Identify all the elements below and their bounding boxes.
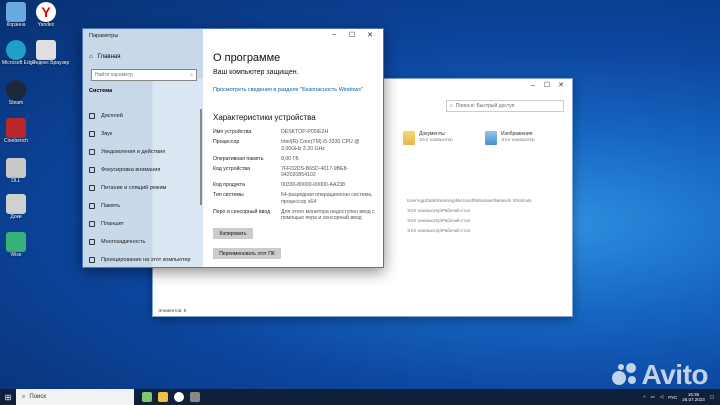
file-icon [6, 158, 26, 178]
settings-search-input[interactable]: Найти параметр ⌕ [91, 69, 197, 81]
window-title: Параметры [89, 33, 119, 39]
settings-nav: Дисплей Звук Уведомления и действия Фоку… [89, 107, 203, 269]
cinebench-icon [6, 118, 26, 138]
taskbar: ⊞ ⌕ Поиск ^ ▭ ◁ РУС 16:35 26.07.2023 ▢ [0, 389, 720, 405]
nav-item-multitasking[interactable]: Многозадачность [89, 233, 203, 251]
volume-icon[interactable]: ◁ [660, 394, 663, 400]
taskbar-app-icon[interactable] [142, 392, 152, 402]
yandex-browser-icon[interactable] [174, 392, 184, 402]
desktop-icon-yandex-browser[interactable]: Яндекс Браузер [32, 40, 69, 66]
explorer-status-bar: Элементов: 9 [158, 308, 187, 313]
nav-item-projecting[interactable]: Проецирование на этот компьютер [89, 251, 203, 269]
recent-files-paths: User\AppData\Roaming\Microsoft\Windows\N… [407, 198, 532, 233]
edge-icon [6, 40, 26, 60]
spec-row: Код устройства 7FFD2DS-B65D-4017-9BE8-942… [213, 165, 349, 179]
folder-icon[interactable] [158, 392, 168, 402]
close-icon[interactable]: ✕ [554, 81, 568, 89]
recycle-bin-icon [6, 2, 26, 22]
spec-row: Процессор Intel(R) Core(TM) i5-3330 CPU @… [213, 139, 360, 152]
section-title: Система [89, 88, 113, 94]
rename-pc-button[interactable]: Переименовать этот ПК [213, 248, 281, 259]
chevron-up-icon[interactable]: ^ [643, 395, 645, 400]
home-button[interactable]: ⌂ Главная [89, 54, 120, 60]
desktop-icon-steam[interactable]: Steam [2, 80, 30, 106]
search-icon: ⌕ [190, 72, 193, 78]
steam-icon [6, 80, 26, 100]
nav-item-power[interactable]: Питание и спящий режим [89, 179, 203, 197]
minimize-icon[interactable]: – [526, 82, 540, 89]
protection-status: Ваш компьютер защищен. [213, 69, 299, 76]
folder-pictures[interactable]: Изображения Этот компьютер [485, 131, 535, 145]
network-icon[interactable]: ▭ [650, 394, 654, 400]
multitasking-icon [89, 239, 95, 245]
desktop-icon-cinebench[interactable]: Cinebench [2, 118, 30, 144]
desktop-icon-wise[interactable]: Wise [2, 232, 30, 258]
document-icon [6, 194, 26, 214]
sound-icon [89, 131, 95, 137]
security-details-link[interactable]: Просмотреть сведения в разделе "Безопасн… [213, 87, 363, 94]
home-icon: ⌂ [89, 54, 93, 60]
folder-documents[interactable]: Документы Этот компьютер [403, 131, 453, 145]
folder-icon [403, 131, 415, 145]
power-icon [89, 185, 95, 191]
spec-row: Код продукта 00330-80000-00000-AA238 [213, 182, 346, 188]
about-panel: – ☐ ✕ О программе Ваш компьютер защищен.… [203, 29, 383, 267]
notifications-icon [89, 149, 95, 155]
close-icon[interactable]: ✕ [361, 31, 379, 39]
nav-item-display[interactable]: Дисплей [89, 107, 203, 125]
avito-watermark: Avito [611, 359, 709, 391]
storage-icon [89, 203, 95, 209]
windows-icon: ⊞ [4, 392, 12, 402]
nav-item-tablet[interactable]: Планшет [89, 215, 203, 233]
search-icon: ⌕ [22, 393, 26, 400]
spec-row: Перо и сенсорный ввод Для этого монитора … [213, 208, 375, 222]
yandex-browser-icon [36, 40, 56, 60]
desktop-icon-recycle-bin[interactable]: Корзина [2, 2, 30, 28]
settings-sidebar: Параметры ⌂ Главная Найти параметр ⌕ Сис… [83, 29, 203, 267]
desktop-icon-docs[interactable]: Доки [2, 194, 30, 220]
tablet-icon [89, 221, 95, 227]
desktop-icon-yandex[interactable]: Y Yandex [32, 2, 60, 28]
projecting-icon [89, 257, 95, 263]
wise-icon [6, 232, 26, 252]
folder-icon [485, 131, 497, 145]
settings-window[interactable]: Параметры ⌂ Главная Найти параметр ⌕ Сис… [82, 28, 384, 268]
start-button[interactable]: ⊞ [0, 389, 16, 405]
nav-item-focus[interactable]: Фокусировка внимания [89, 161, 203, 179]
system-tray: ^ ▭ ◁ РУС 16:35 26.07.2023 ▢ [643, 389, 714, 405]
nav-item-storage[interactable]: Память [89, 197, 203, 215]
window-controls: – ☐ ✕ [325, 31, 379, 39]
clock[interactable]: 16:35 26.07.2023 [682, 392, 705, 402]
page-title: О программе [213, 52, 281, 64]
spec-row: Имя устройства DESKTOP-P05IE2H [213, 129, 329, 135]
device-specs-heading: Характеристики устройства [213, 113, 316, 122]
maximize-icon[interactable]: ☐ [343, 31, 361, 39]
avito-logo-icon [611, 363, 638, 387]
search-icon: ⌕ [450, 103, 453, 109]
nav-item-notifications[interactable]: Уведомления и действия [89, 143, 203, 161]
copy-button[interactable]: Копировать [213, 228, 253, 239]
sidebar-scrollbar[interactable] [200, 109, 202, 205]
explorer-search-input[interactable]: ⌕ Поиск в: Быстрый доступ [446, 100, 564, 112]
taskbar-search-input[interactable]: ⌕ Поиск [16, 389, 134, 405]
spec-row: Оперативная память 8,00 ГБ [213, 155, 299, 162]
desktop-icon-edge[interactable]: Microsoft Edge [2, 40, 35, 66]
device-specs-table: Имя устройства DESKTOP-P05IE2H Процессор I… [213, 129, 381, 225]
desktop-icon-dll[interactable]: DLL [2, 158, 30, 184]
taskbar-apps [142, 392, 200, 402]
display-icon [89, 113, 95, 119]
nav-item-sound[interactable]: Звук [89, 125, 203, 143]
settings-icon[interactable] [190, 392, 200, 402]
spec-row: Тип системы 64-разрядная операционная сис… [213, 192, 373, 205]
maximize-icon[interactable]: ☐ [540, 81, 554, 89]
notification-icon[interactable]: ▢ [710, 394, 714, 400]
yandex-icon: Y [36, 2, 56, 22]
language-indicator[interactable]: РУС [668, 395, 677, 400]
focus-icon [89, 167, 95, 173]
minimize-icon[interactable]: – [325, 31, 343, 39]
